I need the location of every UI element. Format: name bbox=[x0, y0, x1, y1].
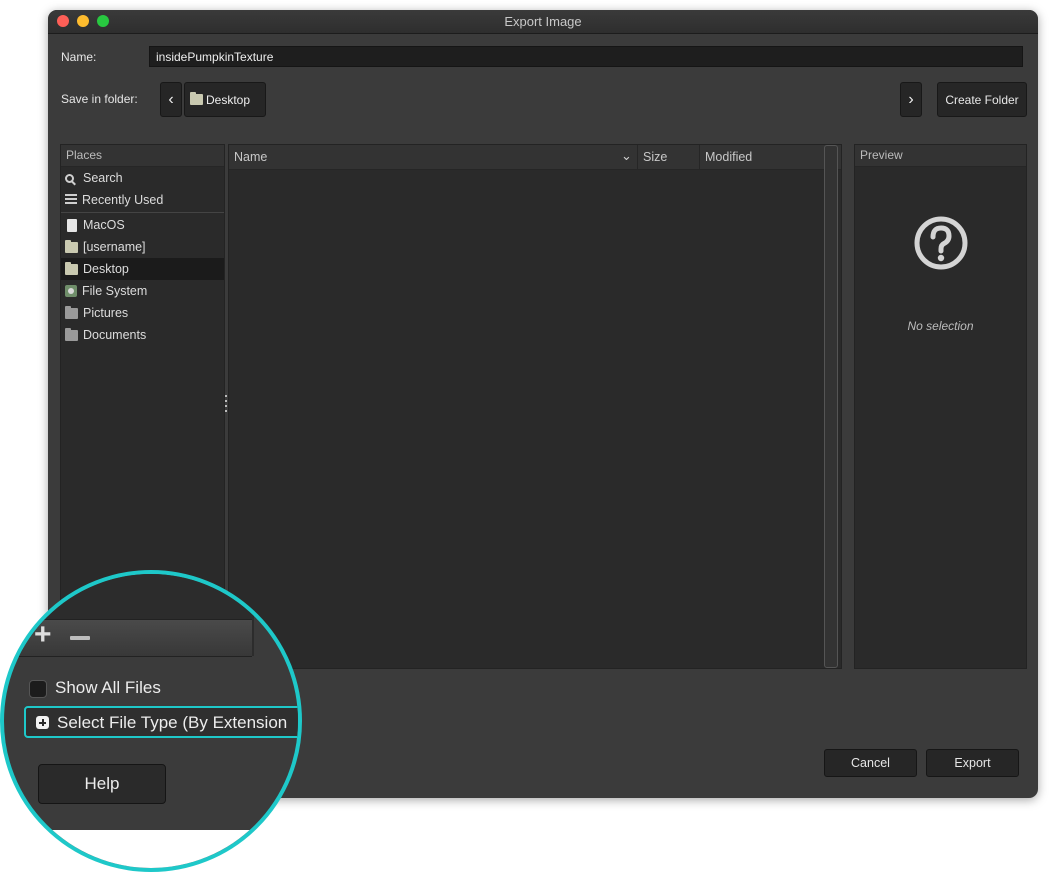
folder-icon bbox=[65, 239, 78, 253]
lens-background bbox=[4, 830, 298, 868]
question-mark-icon bbox=[914, 216, 967, 270]
column-header-size[interactable]: Size bbox=[643, 150, 667, 164]
column-header-modified[interactable]: Modified bbox=[705, 150, 752, 164]
column-divider bbox=[699, 145, 700, 169]
places-item-search[interactable]: Search bbox=[61, 167, 224, 189]
help-button[interactable]: Help bbox=[38, 764, 166, 804]
file-list-header: Name ⌄ Size Modified bbox=[229, 145, 841, 170]
column-divider bbox=[637, 145, 638, 169]
places-divider bbox=[61, 212, 224, 213]
places-item-label: MacOS bbox=[83, 218, 125, 232]
places-item-label: Documents bbox=[83, 328, 147, 342]
path-button-desktop[interactable]: Desktop bbox=[184, 82, 266, 117]
pane-splitter-handle[interactable] bbox=[225, 395, 227, 415]
create-folder-button[interactable]: Create Folder bbox=[937, 82, 1027, 117]
select-file-type-label: Select File Type (By Extension bbox=[57, 713, 288, 732]
places-item-recently-used[interactable]: Recently Used bbox=[61, 189, 224, 211]
column-header-name[interactable]: Name bbox=[234, 150, 267, 164]
preview-empty-text: No selection bbox=[907, 319, 974, 333]
cancel-button[interactable]: Cancel bbox=[824, 749, 917, 777]
search-icon bbox=[65, 173, 74, 183]
filesystem-icon bbox=[65, 285, 77, 297]
folder-icon bbox=[65, 327, 78, 341]
places-item-label: [username] bbox=[83, 240, 146, 254]
titlebar: Export Image bbox=[48, 10, 1038, 34]
window-title: Export Image bbox=[504, 14, 582, 29]
places-item-label: Recently Used bbox=[82, 193, 164, 207]
chevron-right-icon: › bbox=[908, 91, 914, 108]
file-list[interactable]: Name ⌄ Size Modified bbox=[228, 144, 842, 669]
places-item-label: Desktop bbox=[83, 262, 129, 276]
chevron-left-icon: ‹ bbox=[168, 91, 174, 108]
places-item-documents[interactable]: Documents bbox=[61, 324, 224, 346]
save-in-folder-label: Save in folder: bbox=[61, 92, 138, 106]
recent-icon bbox=[65, 194, 77, 206]
places-item-label: Search bbox=[83, 171, 123, 185]
magnifier-callout: + Show All Files Select File Type (By Ex… bbox=[0, 570, 302, 872]
places-item-desktop[interactable]: Desktop bbox=[61, 258, 224, 280]
folder-icon bbox=[190, 92, 203, 105]
places-item-username[interactable]: [username] bbox=[61, 236, 224, 258]
chevron-down-icon: ⌄ bbox=[621, 148, 632, 163]
show-all-files-label: Show All Files bbox=[55, 678, 161, 697]
path-forward-button[interactable]: › bbox=[900, 82, 922, 117]
remove-bookmark-minus-icon[interactable] bbox=[70, 636, 90, 640]
name-label: Name: bbox=[61, 50, 97, 64]
preview-panel: Preview No selection bbox=[854, 144, 1027, 669]
places-header: Places bbox=[61, 145, 224, 167]
path-back-button[interactable]: ‹ bbox=[160, 82, 182, 117]
file-list-scrollbar[interactable] bbox=[824, 145, 838, 668]
add-bookmark-plus-icon[interactable]: + bbox=[34, 620, 52, 650]
folder-icon bbox=[65, 261, 78, 275]
path-button-label: Desktop bbox=[206, 92, 251, 107]
places-item-file-system[interactable]: File System bbox=[61, 280, 224, 302]
places-item-macos[interactable]: MacOS bbox=[61, 214, 224, 236]
name-input[interactable] bbox=[149, 46, 1023, 67]
select-file-type-expander[interactable]: Select File Type (By Extension bbox=[24, 706, 298, 738]
folder-icon bbox=[65, 305, 78, 319]
places-item-label: File System bbox=[82, 284, 148, 298]
places-item-label: Pictures bbox=[83, 306, 129, 320]
export-button[interactable]: Export bbox=[926, 749, 1019, 777]
show-all-files-checkbox[interactable] bbox=[29, 680, 47, 698]
places-item-pictures[interactable]: Pictures bbox=[61, 302, 224, 324]
expand-plus-icon bbox=[36, 716, 49, 729]
document-icon bbox=[67, 218, 77, 232]
preview-header: Preview bbox=[855, 145, 1026, 167]
